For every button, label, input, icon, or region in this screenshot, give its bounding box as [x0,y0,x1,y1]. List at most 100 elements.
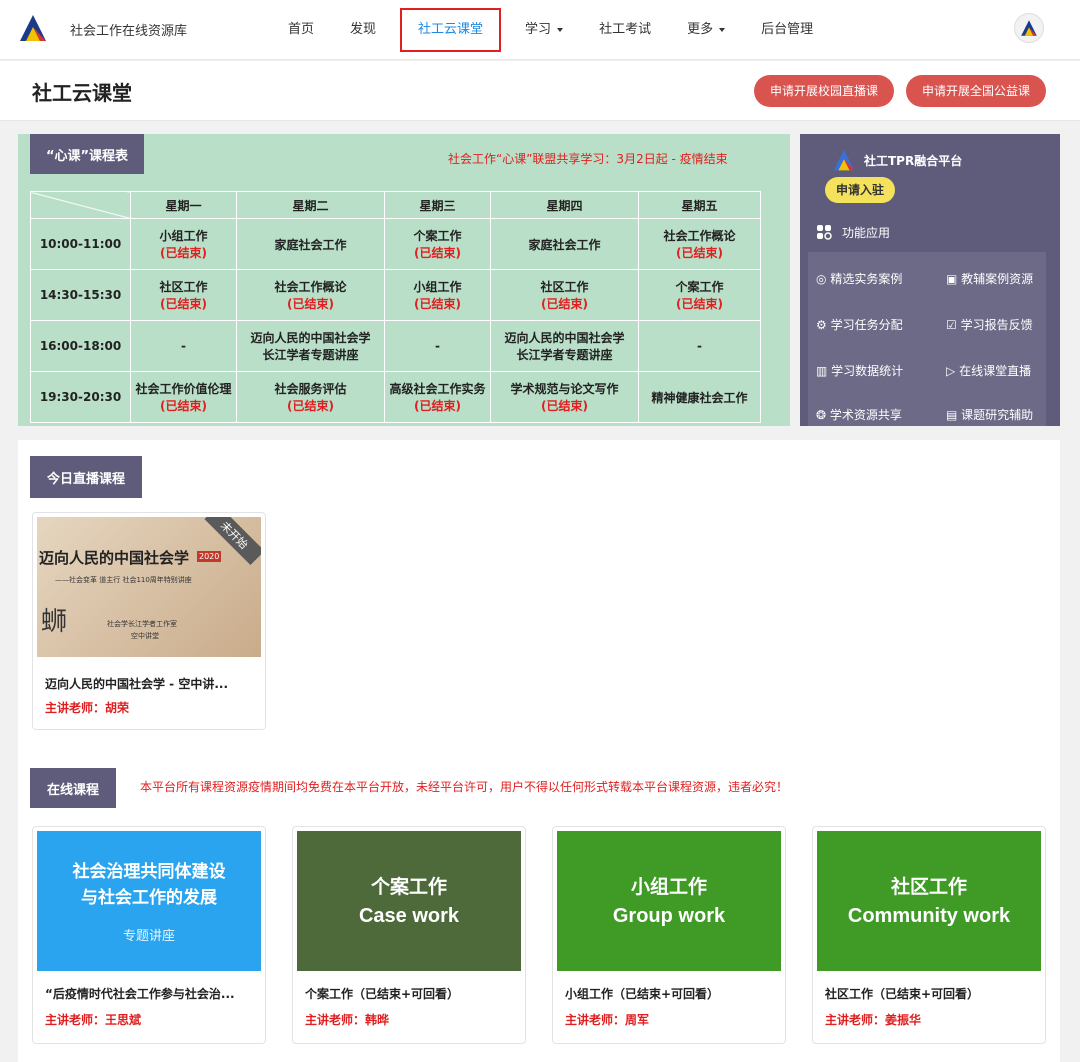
course-name: 社区工作 [159,280,208,294]
schedule-cell[interactable]: 家庭社会工作 [490,218,639,270]
time-slot: 14:30-15:30 [30,269,131,321]
site-title[interactable]: 社会工作在线资源库 [70,20,187,39]
course-name: 小组工作 [159,229,208,243]
day-header: 星期五 [638,191,761,219]
fn-resource-share[interactable]: ❂ 学术资源共享 [816,406,902,423]
day-header: 星期四 [490,191,639,219]
ended-label: (已结束) [414,297,461,311]
schedule-cell[interactable]: 学术规范与论文写作 (已结束) [490,371,639,423]
schedule-cell[interactable]: 迈向人民的中国社会学 长江学者专题讲座 [490,320,639,372]
fn-label: 学习报告反馈 [960,318,1033,332]
online-notice: 本平台所有课程资源疫情期间均免费在本平台开放，未经平台许可，用户不得以任何形式转… [140,780,789,794]
nav-discover[interactable]: 发现 [332,0,394,60]
nav-cloud-classroom[interactable]: 社工云课堂 [400,8,502,52]
main-nav: 首页 发现 社工云课堂 学习 社工考试 更多 后台管理 [270,0,831,60]
schedule-cell[interactable]: 社区工作 (已结束) [130,269,237,321]
course-name: 社会工作概论 [663,229,736,243]
schedule-header-row: 星期一 星期二 星期三 星期四 星期五 [30,191,761,219]
fn-research-aid[interactable]: ▤ 课题研究辅助 [946,406,1033,423]
ended-label: (已结束) [541,297,588,311]
schedule-cell[interactable]: 社会工作概论 (已结束) [638,218,761,270]
course-title: 社区工作（已结束+可回看） [825,987,980,1001]
course-name: 高级社会工作实务 [389,382,486,396]
fn-live-class[interactable]: ▷ 在线课堂直播 [946,362,1031,379]
schedule-cell: - [638,320,761,372]
schedule-cell[interactable]: 家庭社会工作 [236,218,385,270]
course-name: 迈向人民的中国社会学 [250,331,371,345]
course-name: 社会服务评估 [274,382,347,396]
cover-title-cn: 社区工作 [890,876,967,898]
fn-label: 学习数据统计 [831,364,904,378]
schedule-cell[interactable]: 小组工作 (已结束) [384,269,491,321]
course-title: 小组工作（已结束+可回看） [565,987,720,1001]
course-title: 个案工作（已结束+可回看） [305,987,460,1001]
apply-campus-live-button[interactable]: 申请开展校园直播课 [754,75,894,107]
course-name: 社会工作价值伦理 [135,382,232,396]
course-name: 学术规范与论文写作 [510,382,619,396]
fn-task-assign[interactable]: ⚙ 学习任务分配 [816,316,903,333]
course-schedule-panel: “心课”课程表 社会工作“心课”联盟共享学习：3月2日起 - 疫情结束 星期一 … [18,134,790,426]
course-card[interactable]: 小组工作 Group work 小组工作（已结束+可回看） 主讲老师：周军 [552,826,786,1044]
live-course-poster: 迈向人民的中国社会学 2020 ——社会变革 道主行 社会110周年特别讲座 蛳… [37,517,261,657]
course-name: 迈向人民的中国社会学 [504,331,625,345]
fn-label: 学习任务分配 [830,318,903,332]
course-teacher: 主讲老师：王思斌 [45,1013,142,1027]
course-card[interactable]: 个案工作 Case work 个案工作（已结束+可回看） 主讲老师：韩晔 [292,826,526,1044]
nav-admin[interactable]: 后台管理 [743,0,831,60]
calligraphy-decoration: 蛳 [41,607,68,637]
online-tag: 在线课程 [30,768,116,808]
nav-home[interactable]: 首页 [270,0,332,60]
nav-study[interactable]: 学习 [507,0,581,60]
schedule-cell[interactable]: 社会服务评估 (已结束) [236,371,385,423]
schedule-cell[interactable]: 社会工作价值伦理 (已结束) [130,371,237,423]
site-logo-icon[interactable] [18,13,48,43]
cover-title-cn: 小组工作 [630,876,707,898]
avatar-logo-icon [1021,20,1037,36]
online-courses-section: 在线课程 本平台所有课程资源疫情期间均免费在本平台开放，未经平台许可，用户不得以… [18,754,1060,1062]
course-name: 社会工作概论 [274,280,347,294]
fn-label: 课题研究辅助 [961,408,1034,422]
user-avatar[interactable] [1014,13,1044,43]
fn-practice-cases[interactable]: ◎ 精选实务案例 [816,270,902,287]
nav-exam[interactable]: 社工考试 [581,0,669,60]
poster-subtitle: ——社会变革 道主行 社会110周年特别讲座 [55,576,192,584]
fn-report-feedback[interactable]: ☑ 学习报告反馈 [946,316,1033,333]
schedule-cell[interactable]: 社区工作 (已结束) [490,269,639,321]
ended-label: (已结束) [287,297,334,311]
schedule-cell[interactable]: 迈向人民的中国社会学 长江学者专题讲座 [236,320,385,372]
apply-national-course-button[interactable]: 申请开展全国公益课 [906,75,1046,107]
course-name: 精神健康社会工作 [651,390,748,405]
schedule-cell[interactable]: 个案工作 (已结束) [638,269,761,321]
live-course-card[interactable]: 迈向人民的中国社会学 2020 ——社会变革 道主行 社会110周年特别讲座 蛳… [32,512,266,730]
live-course-title: 迈向人民的中国社会学 - 空中讲... [45,677,229,691]
fn-data-stats[interactable]: ▥ 学习数据统计 [816,362,903,379]
course-cover: 个案工作 Case work [297,831,521,971]
ended-label: (已结束) [676,246,723,260]
grid-apps-icon [817,225,832,240]
course-title: “后疫情时代社会工作参与社会治... [45,987,235,1001]
course-card[interactable]: 社区工作 Community work 社区工作（已结束+可回看） 主讲老师：姜… [812,826,1046,1044]
ended-label: (已结束) [676,297,723,311]
schedule-corner-cell [30,191,131,219]
schedule-cell[interactable]: 高级社会工作实务 (已结束) [384,371,491,423]
course-card[interactable]: 社会治理共同体建设 与社会工作的发展 专题讲座 “后疫情时代社会工作参与社会治.… [32,826,266,1044]
poster-mark: 社会学长江学者工作室 [107,620,177,628]
course-teacher: 主讲老师：周军 [565,1013,650,1027]
nav-more[interactable]: 更多 [669,0,743,60]
schedule-cell[interactable]: 小组工作 (已结束) [130,218,237,270]
schedule-notice: 社会工作“心课”联盟共享学习：3月2日起 - 疫情结束 [448,152,728,166]
time-slot: 19:30-20:30 [30,371,131,423]
apply-join-button[interactable]: 申请入驻 [825,177,895,203]
schedule-cell[interactable]: 个案工作 (已结束) [384,218,491,270]
clipboard-icon: ☑ [946,318,957,332]
fn-teaching-resources[interactable]: ▣ 教辅案例资源 [946,270,1033,287]
schedule-cell[interactable]: 精神健康社会工作 [638,371,761,423]
tpr-platform-panel: 社工TPR融合平台 申请入驻 功能应用 ◎ 精选实务案例 ▣ 教辅案例资源 ⚙ … [800,134,1060,426]
schedule-cell: - [384,320,491,372]
ended-label: (已结束) [160,297,207,311]
ended-label: (已结束) [160,399,207,413]
schedule-cell[interactable]: 社会工作概论 (已结束) [236,269,385,321]
video-icon: ▷ [946,364,956,378]
course-cover: 小组工作 Group work [557,831,781,971]
course-cover: 社会治理共同体建设 与社会工作的发展 专题讲座 [37,831,261,971]
